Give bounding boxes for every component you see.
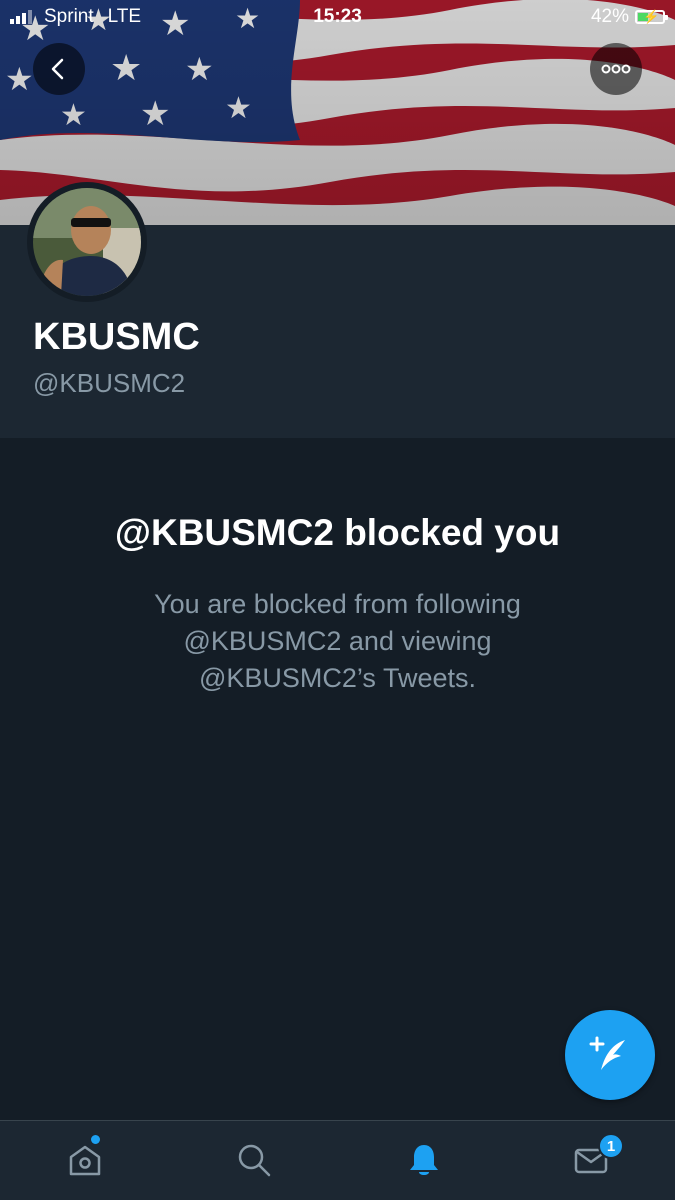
tab-search[interactable] <box>229 1135 279 1185</box>
compose-feather-icon <box>589 1036 625 1070</box>
tab-notifications[interactable] <box>399 1135 449 1185</box>
profile-photo <box>33 188 141 296</box>
tab-home[interactable] <box>60 1135 110 1185</box>
battery-icon: ⚡ <box>635 9 668 24</box>
avatar[interactable] <box>27 182 147 302</box>
clock: 15:23 <box>313 6 362 27</box>
compose-tweet-button[interactable] <box>565 1010 655 1100</box>
home-icon <box>69 1145 101 1176</box>
username-handle: @KBUSMC2 <box>33 368 186 398</box>
unread-badge: 1 <box>598 1133 624 1159</box>
display-name: KBUSMC <box>33 316 200 358</box>
back-button[interactable] <box>33 43 85 95</box>
status-bar: Sprint LTE 15:23 42% ⚡ <box>0 0 675 36</box>
more-options-button[interactable] <box>590 43 642 95</box>
tab-messages[interactable]: 1 <box>566 1133 624 1185</box>
bottom-tab-bar: 1 <box>0 1120 675 1200</box>
battery-percent: 42% <box>590 6 629 27</box>
bell-icon <box>410 1145 438 1175</box>
more-icon <box>601 64 631 74</box>
search-icon <box>238 1144 271 1177</box>
blocked-title: @KBUSMC2 blocked you <box>114 512 561 553</box>
new-content-dot <box>91 1135 100 1144</box>
blocked-message: You are blocked from following @KBUSMC2 … <box>154 589 521 693</box>
chevron-left-icon <box>51 58 64 80</box>
